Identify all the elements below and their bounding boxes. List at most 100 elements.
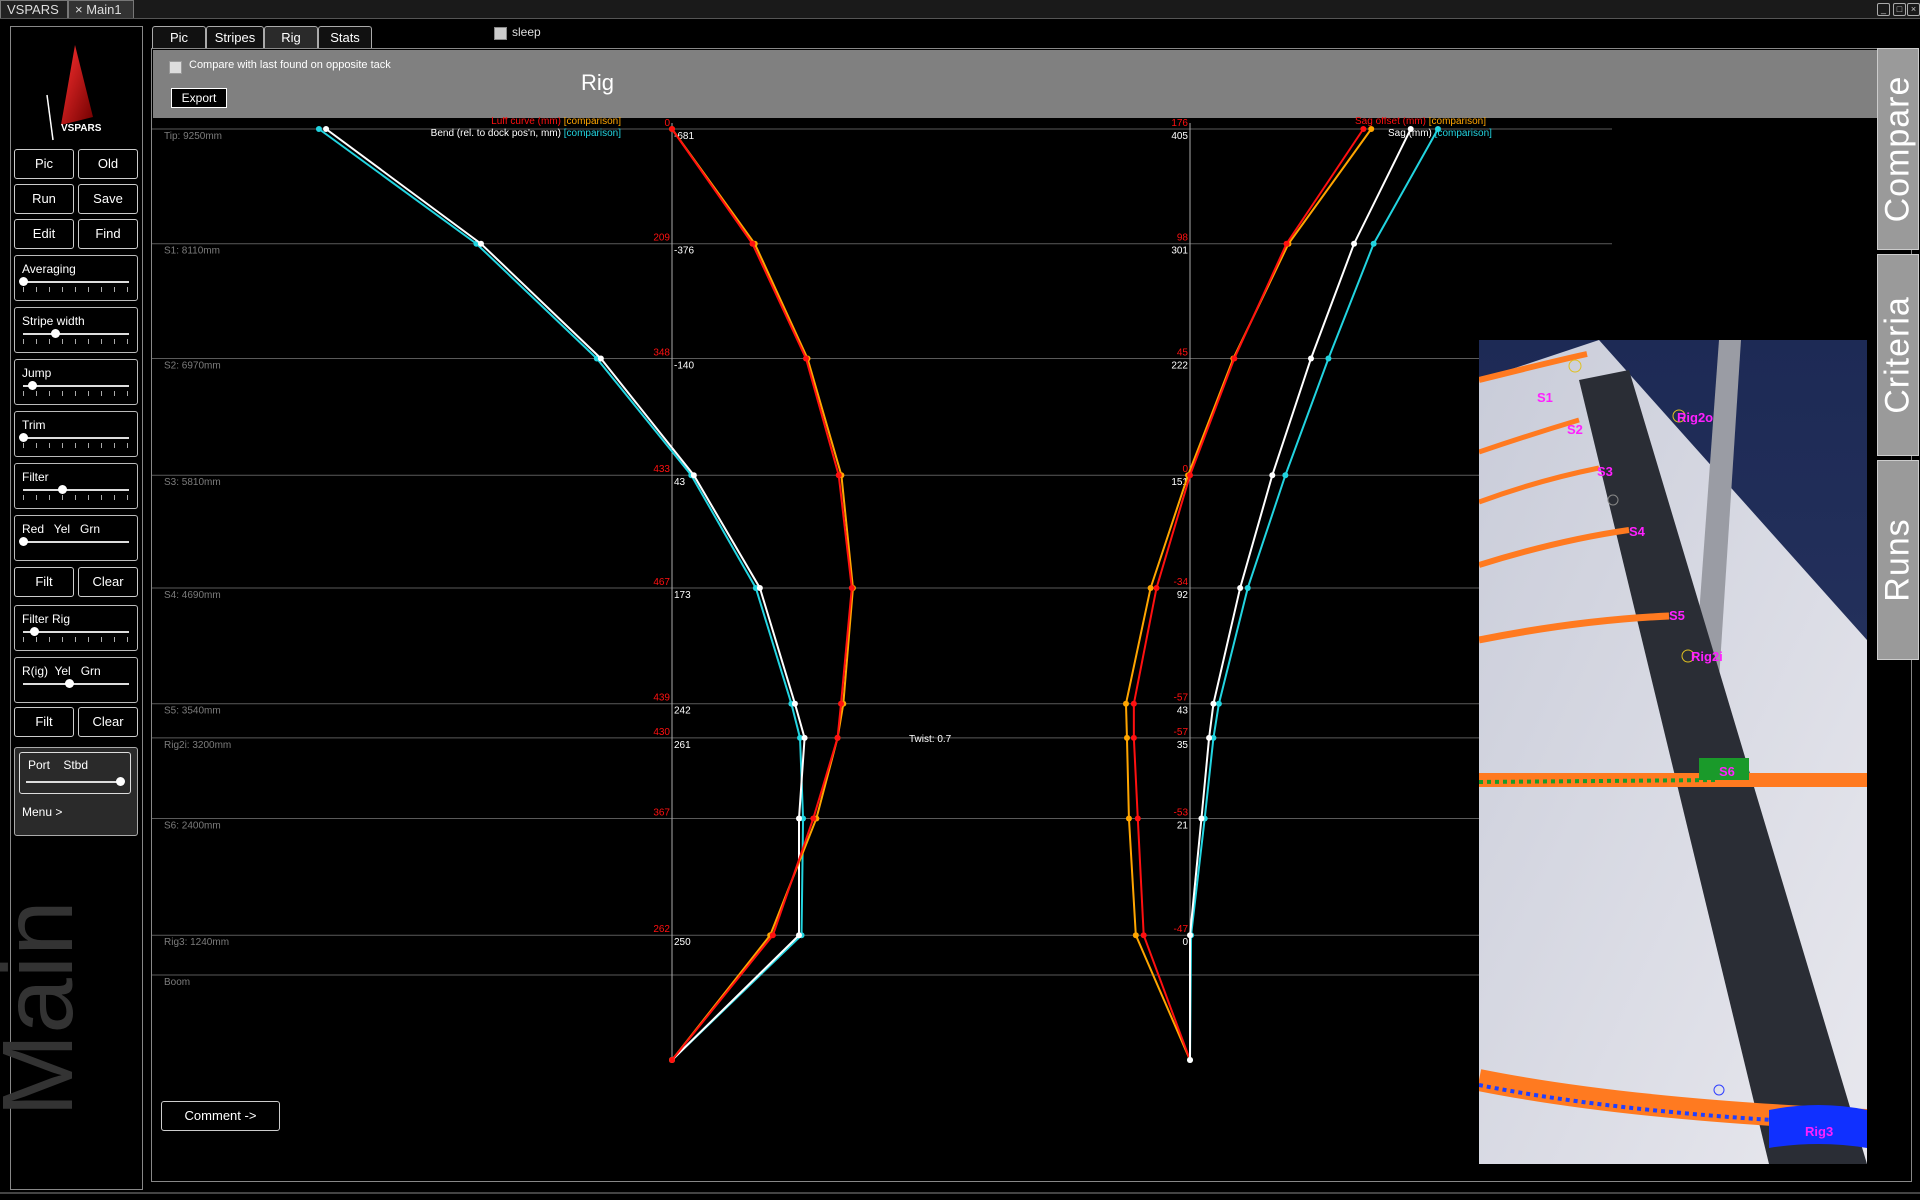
slider-knob[interactable] bbox=[30, 627, 39, 636]
data-point bbox=[1147, 584, 1154, 591]
slider-knob[interactable] bbox=[28, 381, 37, 390]
luff-value: 262 bbox=[653, 924, 670, 935]
data-point bbox=[323, 126, 330, 132]
data-point bbox=[810, 815, 817, 822]
red-yel-grn-slider[interactable]: Red Yel Grn bbox=[14, 515, 138, 561]
data-point bbox=[1368, 126, 1375, 132]
slider-ticks bbox=[23, 443, 129, 448]
slider-knob[interactable] bbox=[19, 433, 28, 442]
tack-selector-panel: Port Stbd Menu > bbox=[14, 747, 138, 836]
sag-offset-value: -34 bbox=[1174, 577, 1189, 588]
data-point bbox=[1210, 700, 1217, 707]
data-point bbox=[1125, 815, 1132, 822]
data-point bbox=[801, 734, 808, 741]
slider-knob[interactable] bbox=[58, 485, 67, 494]
slider-knob[interactable] bbox=[19, 537, 28, 546]
port-stbd-slider[interactable]: Port Stbd bbox=[19, 752, 131, 794]
find-button[interactable]: Find bbox=[78, 219, 138, 249]
tab-rig[interactable]: Rig bbox=[264, 26, 318, 49]
stripe-width-label: Stripe width bbox=[22, 314, 85, 328]
side-tab-compare[interactable]: Compare bbox=[1877, 48, 1919, 250]
tab-stats[interactable]: Stats bbox=[318, 26, 372, 49]
maximize-button[interactable]: □ bbox=[1893, 3, 1906, 16]
data-point bbox=[769, 932, 776, 939]
row-label: S5: 3540mm bbox=[164, 706, 221, 717]
data-point bbox=[1215, 700, 1222, 707]
rig-yel-grn-slider[interactable]: R(ig) Yel Grn bbox=[14, 657, 138, 703]
data-point bbox=[834, 734, 841, 741]
pic-button[interactable]: Pic bbox=[14, 149, 74, 179]
export-button[interactable]: Export bbox=[171, 88, 227, 108]
photo-label-s4: S4 bbox=[1629, 524, 1646, 539]
tab-stripes[interactable]: Stripes bbox=[206, 26, 264, 49]
data-point bbox=[1370, 240, 1377, 247]
vspars-logo: VSPARS bbox=[41, 35, 111, 145]
compare-checkbox[interactable] bbox=[169, 61, 182, 74]
sag-value: 21 bbox=[1177, 820, 1189, 831]
slider-knob[interactable] bbox=[19, 277, 28, 286]
filter-slider[interactable]: Filter bbox=[14, 463, 138, 509]
data-point bbox=[1123, 734, 1130, 741]
slider-knob[interactable] bbox=[116, 777, 125, 786]
averaging-slider[interactable]: Averaging bbox=[14, 255, 138, 301]
trim-slider[interactable]: Trim bbox=[14, 411, 138, 457]
luff-value: 439 bbox=[653, 693, 670, 704]
sag-offset-legend: Sag offset (mm) [comparison] bbox=[1355, 117, 1486, 127]
old-button[interactable]: Old bbox=[78, 149, 138, 179]
photo-label-rig2o: Rig2o bbox=[1677, 410, 1713, 425]
data-point bbox=[1407, 126, 1414, 132]
comment-button[interactable]: Comment -> bbox=[161, 1101, 280, 1131]
sag-offset-value: -47 bbox=[1174, 924, 1189, 935]
side-tab-runs[interactable]: Runs bbox=[1877, 460, 1919, 660]
luff-value: 348 bbox=[653, 347, 670, 358]
save-button[interactable]: Save bbox=[78, 184, 138, 214]
row-label: S6: 2400mm bbox=[164, 820, 221, 831]
clear-button[interactable]: Clear bbox=[78, 567, 138, 597]
clear-rig-button[interactable]: Clear bbox=[78, 707, 138, 737]
data-point bbox=[597, 355, 604, 362]
close-button[interactable]: × bbox=[1907, 3, 1920, 16]
data-point bbox=[791, 700, 798, 707]
stripe-width-slider[interactable]: Stripe width bbox=[14, 307, 138, 353]
data-point bbox=[1231, 355, 1238, 362]
data-point bbox=[1325, 355, 1332, 362]
data-point bbox=[1187, 472, 1193, 479]
minimize-button[interactable]: _ bbox=[1877, 3, 1890, 16]
sleep-checkbox[interactable] bbox=[494, 27, 507, 40]
jump-label: Jump bbox=[22, 366, 52, 380]
bend-value: -376 bbox=[674, 246, 694, 257]
slider-knob[interactable] bbox=[65, 679, 74, 688]
jump-slider[interactable]: Jump bbox=[14, 359, 138, 405]
bend-legend: Bend (rel. to dock pos'n, mm) [compariso… bbox=[431, 128, 622, 139]
twist-label: Twist: 0.7 bbox=[909, 734, 952, 745]
side-tab-criteria[interactable]: Criteria bbox=[1877, 254, 1919, 456]
data-point bbox=[848, 584, 855, 591]
luff-value: 433 bbox=[653, 464, 670, 475]
row-label: S3: 5810mm bbox=[164, 477, 221, 488]
sag-value: 405 bbox=[1171, 131, 1188, 142]
filt-button[interactable]: Filt bbox=[14, 567, 74, 597]
sag-offset-comparison-line bbox=[1124, 128, 1373, 1061]
slider-track bbox=[23, 489, 129, 491]
data-point bbox=[1351, 240, 1358, 247]
menu-link[interactable]: Menu > bbox=[22, 805, 62, 819]
bottom-divider bbox=[0, 1192, 1920, 1194]
data-point bbox=[835, 472, 842, 479]
run-button[interactable]: Run bbox=[14, 184, 74, 214]
rig-chart: Tip: 9250mm -6810405176S1: 8110mm -3762093… bbox=[152, 117, 1612, 1063]
data-point bbox=[315, 126, 322, 132]
photo-label-s3: S3 bbox=[1597, 464, 1613, 479]
sag-offset-value: 176 bbox=[1171, 118, 1188, 129]
window-tab-main1[interactable]: × Main1 bbox=[68, 0, 134, 18]
edit-button[interactable]: Edit bbox=[14, 219, 74, 249]
data-point bbox=[1187, 1057, 1193, 1063]
tab-pic[interactable]: Pic bbox=[152, 26, 206, 49]
filt-rig-button[interactable]: Filt bbox=[14, 707, 74, 737]
window-tab-vspars[interactable]: VSPARS bbox=[0, 0, 68, 18]
row-label: Rig3: 1240mm bbox=[164, 937, 229, 948]
slider-track bbox=[26, 781, 124, 783]
side-tab-compare-label: Compare bbox=[1878, 75, 1917, 223]
data-point bbox=[838, 700, 845, 707]
filter-rig-slider[interactable]: Filter Rig bbox=[14, 605, 138, 651]
slider-knob[interactable] bbox=[51, 329, 60, 338]
